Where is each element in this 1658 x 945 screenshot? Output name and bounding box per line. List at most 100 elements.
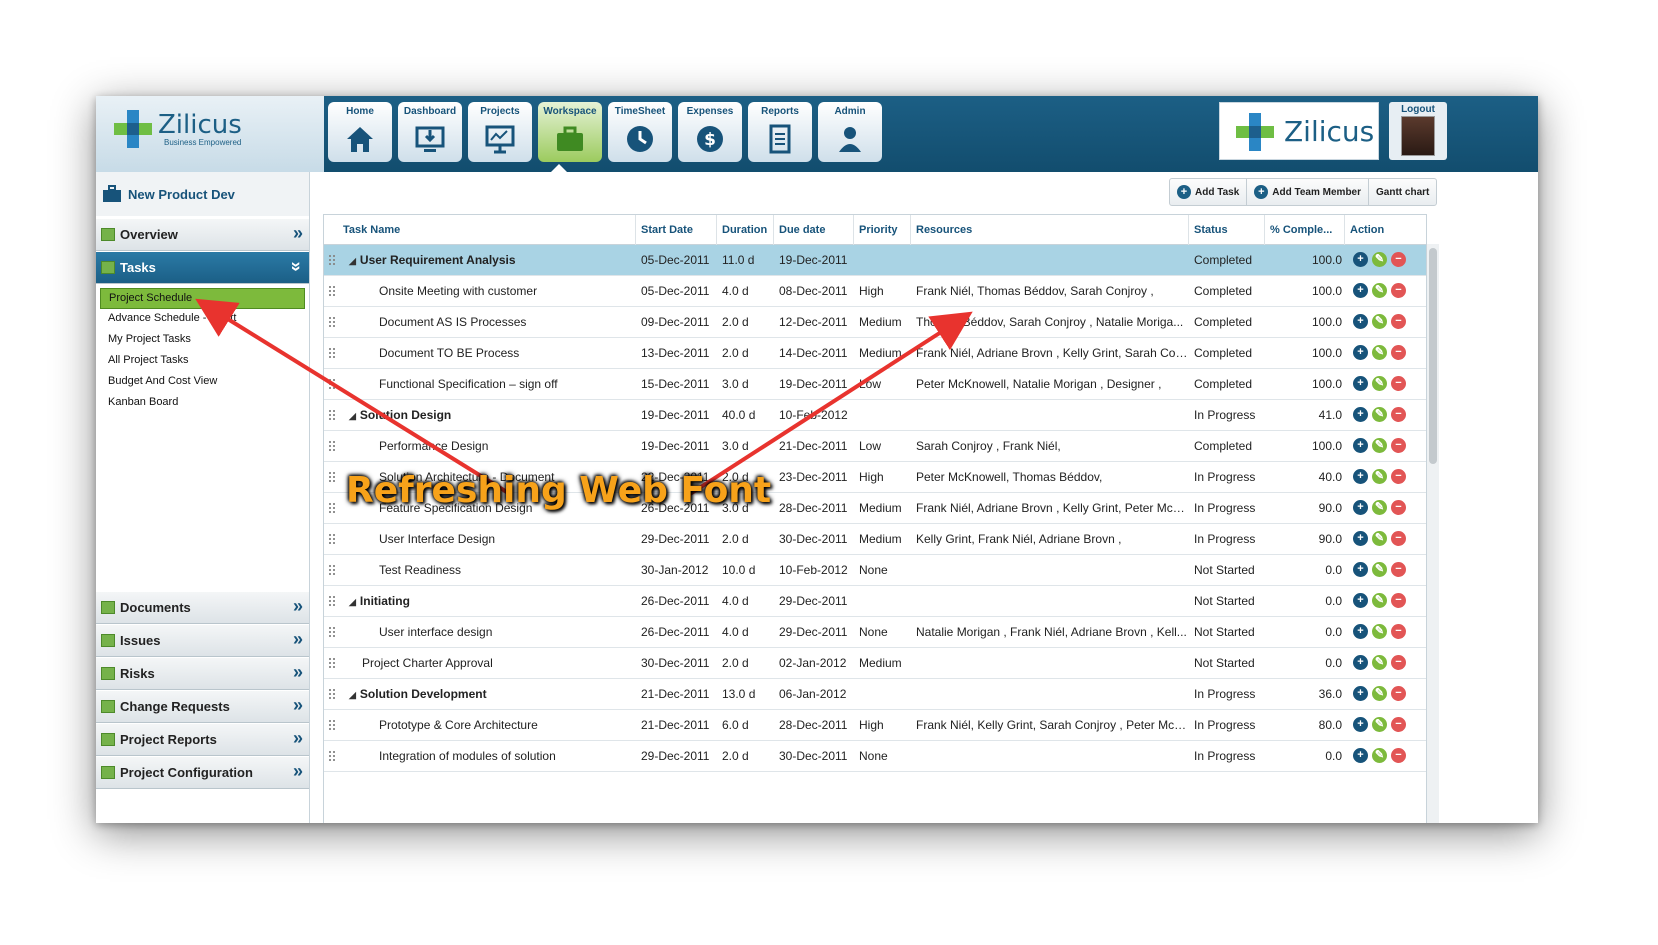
scrollbar-thumb[interactable] (1429, 248, 1437, 464)
nav-timesheet[interactable]: TimeSheet (608, 102, 672, 162)
add-subtask-icon[interactable]: + (1353, 748, 1368, 763)
nav-admin[interactable]: Admin (818, 102, 882, 162)
drag-handle-icon[interactable] (328, 440, 336, 453)
edit-icon[interactable]: ✎ (1372, 655, 1387, 670)
delete-icon[interactable]: − (1391, 345, 1406, 360)
add-subtask-icon[interactable]: + (1353, 686, 1368, 701)
add-subtask-icon[interactable]: + (1353, 376, 1368, 391)
submenu-advance-schedule[interactable]: Advance Schedule - Gantt (100, 309, 305, 330)
nav-home[interactable]: Home (328, 102, 392, 162)
task-name-cell[interactable]: Performance Design (374, 431, 636, 462)
delete-icon[interactable]: − (1391, 469, 1406, 484)
drag-handle-icon[interactable] (328, 254, 336, 267)
delete-icon[interactable]: − (1391, 314, 1406, 329)
delete-icon[interactable]: − (1391, 593, 1406, 608)
table-row[interactable]: Document AS IS Processes 09-Dec-2011 2.0 d… (324, 307, 1426, 338)
delete-icon[interactable]: − (1391, 748, 1406, 763)
task-group-row[interactable]: ◢ Initiating 26-Dec-2011 4.0 d 29-Dec-2011 No… (324, 586, 1426, 617)
nav-workspace[interactable]: Workspace (538, 102, 602, 162)
table-row[interactable]: User interface design 26-Dec-2011 4.0 d 29-… (324, 617, 1426, 648)
nav-projects[interactable]: Projects (468, 102, 532, 162)
submenu-budget-cost-view[interactable]: Budget And Cost View (100, 372, 305, 393)
column-header[interactable]: % Comple... (1265, 215, 1345, 245)
sidebar-project-reports[interactable]: Project Reports » (96, 723, 309, 756)
delete-icon[interactable]: − (1391, 252, 1406, 267)
delete-icon[interactable]: − (1391, 655, 1406, 670)
drag-handle-icon[interactable] (328, 285, 336, 298)
column-header[interactable]: Task Name (338, 215, 636, 245)
sidebar-risks[interactable]: Risks » (96, 657, 309, 690)
sidebar-project-configuration[interactable]: Project Configuration » (96, 756, 309, 789)
task-name-cell[interactable]: User Interface Design (374, 524, 636, 555)
add-subtask-icon[interactable]: + (1353, 624, 1368, 639)
column-header[interactable]: Action (1345, 215, 1426, 245)
drag-handle-icon[interactable] (328, 471, 336, 484)
task-name-cell[interactable]: User interface design (374, 617, 636, 648)
add-subtask-icon[interactable]: + (1353, 717, 1368, 732)
add-subtask-icon[interactable]: + (1353, 438, 1368, 453)
edit-icon[interactable]: ✎ (1372, 593, 1387, 608)
submenu-all-project-tasks[interactable]: All Project Tasks (100, 351, 305, 372)
add-task-button[interactable]: + Add Task (1170, 179, 1248, 205)
add-subtask-icon[interactable]: + (1353, 252, 1368, 267)
column-header[interactable]: Priority (854, 215, 911, 245)
collapse-toggle-icon[interactable]: ◢ (349, 690, 356, 700)
task-group-row[interactable]: ◢ Solution Development 21-Dec-2011 13.0 d 06… (324, 679, 1426, 710)
edit-icon[interactable]: ✎ (1372, 407, 1387, 422)
edit-icon[interactable]: ✎ (1372, 531, 1387, 546)
table-row[interactable]: Project Charter Approval 30-Dec-2011 2.0 d… (324, 648, 1426, 679)
collapse-toggle-icon[interactable]: ◢ (349, 597, 356, 607)
drag-handle-icon[interactable] (328, 595, 336, 608)
add-subtask-icon[interactable]: + (1353, 655, 1368, 670)
add-subtask-icon[interactable]: + (1353, 407, 1368, 422)
drag-handle-icon[interactable] (328, 626, 336, 639)
gantt-chart-button[interactable]: Gantt chart (1369, 179, 1436, 205)
column-header[interactable]: Duration (717, 215, 774, 245)
drag-handle-icon[interactable] (328, 347, 336, 360)
column-header[interactable]: Start Date (636, 215, 717, 245)
task-name-cell[interactable]: ◢ User Requirement Analysis (344, 245, 636, 276)
edit-icon[interactable]: ✎ (1372, 686, 1387, 701)
logout-button[interactable]: Logout (1389, 102, 1447, 160)
sidebar-issues[interactable]: Issues » (96, 624, 309, 657)
delete-icon[interactable]: − (1391, 562, 1406, 577)
edit-icon[interactable]: ✎ (1372, 748, 1387, 763)
sidebar-change-requests[interactable]: Change Requests » (96, 690, 309, 723)
drag-handle-icon[interactable] (328, 502, 336, 515)
edit-icon[interactable]: ✎ (1372, 562, 1387, 577)
table-row[interactable]: Document TO BE Process 13-Dec-2011 2.0 d 14… (324, 338, 1426, 369)
add-team-member-button[interactable]: + Add Team Member (1247, 179, 1370, 205)
task-group-row[interactable]: ◢ Solution Design 19-Dec-2011 40.0 d 10-Feb-… (324, 400, 1426, 431)
table-row[interactable]: Functional Specification – sign off 15-De… (324, 369, 1426, 400)
delete-icon[interactable]: − (1391, 686, 1406, 701)
delete-icon[interactable]: − (1391, 531, 1406, 546)
edit-icon[interactable]: ✎ (1372, 314, 1387, 329)
collapse-toggle-icon[interactable]: ◢ (349, 256, 356, 266)
sidebar-tasks[interactable]: Tasks » (96, 251, 309, 284)
column-header[interactable]: Due date (774, 215, 854, 245)
edit-icon[interactable]: ✎ (1372, 624, 1387, 639)
task-name-cell[interactable]: Onsite Meeting with customer (374, 276, 636, 307)
add-subtask-icon[interactable]: + (1353, 562, 1368, 577)
add-subtask-icon[interactable]: + (1353, 314, 1368, 329)
drag-handle-icon[interactable] (328, 657, 336, 670)
edit-icon[interactable]: ✎ (1372, 376, 1387, 391)
add-subtask-icon[interactable]: + (1353, 283, 1368, 298)
drag-handle-icon[interactable] (328, 533, 336, 546)
drag-handle-icon[interactable] (328, 378, 336, 391)
add-subtask-icon[interactable]: + (1353, 500, 1368, 515)
task-name-cell[interactable]: Project Charter Approval (357, 648, 636, 679)
add-subtask-icon[interactable]: + (1353, 345, 1368, 360)
column-header[interactable]: Resources (911, 215, 1189, 245)
drag-handle-icon[interactable] (328, 564, 336, 577)
task-name-cell[interactable]: ◢ Solution Design (344, 400, 636, 431)
column-header[interactable]: Status (1189, 215, 1265, 245)
drag-handle-icon[interactable] (328, 688, 336, 701)
edit-icon[interactable]: ✎ (1372, 345, 1387, 360)
submenu-project-schedule[interactable]: Project Schedule (100, 288, 305, 309)
delete-icon[interactable]: − (1391, 407, 1406, 422)
table-row[interactable]: User Interface Design 29-Dec-2011 2.0 d 30-… (324, 524, 1426, 555)
drag-handle-icon[interactable] (328, 750, 336, 763)
delete-icon[interactable]: − (1391, 376, 1406, 391)
nav-reports[interactable]: Reports (748, 102, 812, 162)
